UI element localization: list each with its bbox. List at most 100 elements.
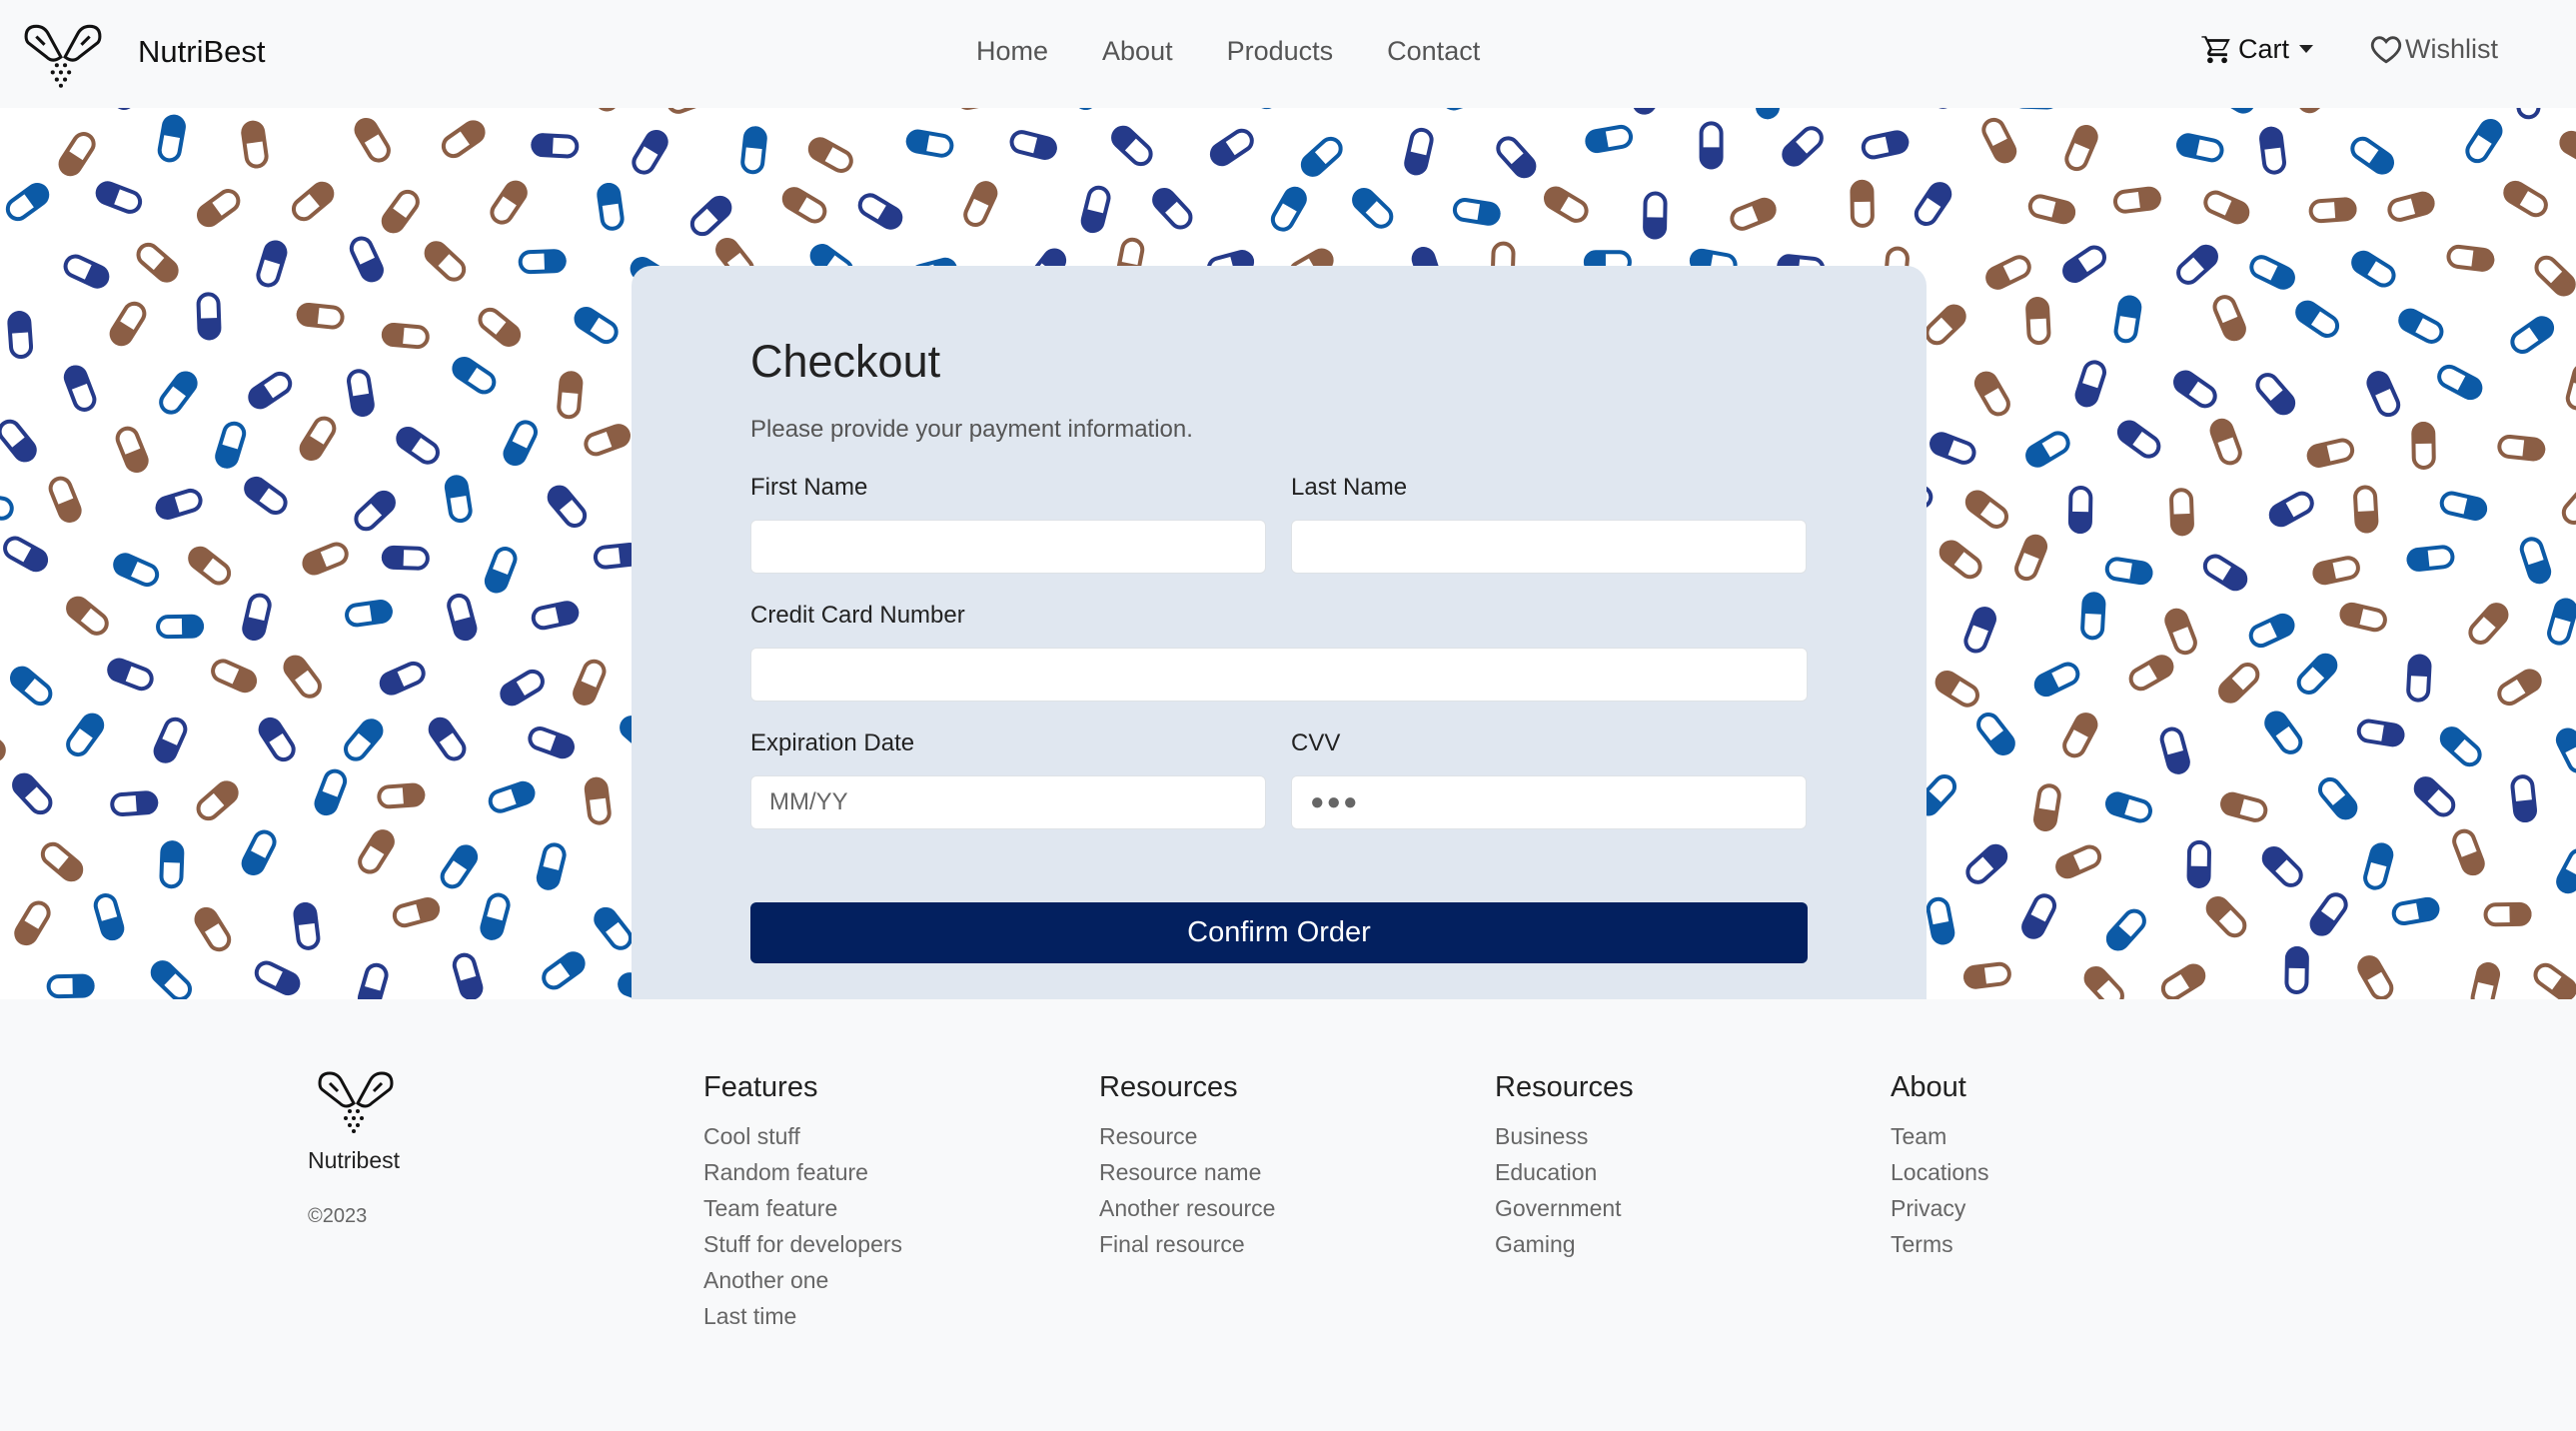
footer-link[interactable]: Privacy bbox=[1891, 1190, 1988, 1226]
capsule-icon bbox=[2437, 364, 2483, 401]
capsule-icon bbox=[518, 249, 567, 275]
capsule-icon bbox=[441, 120, 486, 159]
capsule-icon bbox=[1861, 130, 1910, 160]
capsule-icon bbox=[1934, 670, 1979, 708]
capsule-logo-icon bbox=[318, 1071, 394, 1133]
brand[interactable]: NutriBest bbox=[22, 22, 265, 88]
cart-dropdown[interactable]: Cart bbox=[2200, 32, 2313, 66]
capsule-icon bbox=[2159, 726, 2190, 774]
capsule-icon bbox=[2248, 613, 2295, 649]
capsule-icon bbox=[109, 301, 147, 347]
capsule-icon bbox=[2406, 654, 2432, 703]
footer-link[interactable]: Government bbox=[1495, 1190, 1634, 1226]
capsule-icon bbox=[381, 545, 430, 571]
first-name-label: First Name bbox=[750, 474, 868, 501]
capsule-icon bbox=[136, 242, 179, 283]
footer-link[interactable]: Another resource bbox=[1099, 1190, 1275, 1226]
wishlist-link[interactable]: Wishlist bbox=[2369, 32, 2498, 66]
footer-link[interactable]: Stuff for developers bbox=[703, 1226, 902, 1262]
footer-brand-name: Nutribest bbox=[308, 1147, 401, 1173]
capsule-icon bbox=[248, 371, 293, 410]
capsule-icon bbox=[2169, 488, 2194, 537]
nav-contact[interactable]: Contact bbox=[1387, 36, 1480, 67]
footer-link[interactable]: Last time bbox=[703, 1298, 902, 1334]
capsule-icon bbox=[1981, 117, 2017, 164]
footer-link[interactable]: Final resource bbox=[1099, 1226, 1275, 1262]
capsule-icon bbox=[2080, 592, 2106, 641]
capsule-icon bbox=[2261, 845, 2303, 887]
checkout-subtitle: Please provide your payment information. bbox=[750, 416, 1193, 443]
capsule-icon bbox=[354, 490, 396, 532]
cvv-field[interactable] bbox=[1291, 775, 1807, 829]
capsule-logo-icon bbox=[24, 24, 102, 88]
capsule-icon bbox=[1441, 108, 1489, 111]
footer-link[interactable]: Terms bbox=[1891, 1226, 1988, 1262]
capsule-icon bbox=[110, 790, 159, 816]
main-nav: Home About Products Contact bbox=[976, 36, 1534, 67]
nav-home[interactable]: Home bbox=[976, 36, 1048, 67]
capsule-icon bbox=[2497, 669, 2542, 707]
capsule-icon bbox=[2025, 297, 2051, 346]
capsule-icon bbox=[2176, 133, 2224, 163]
capsule-icon bbox=[1111, 125, 1153, 167]
checkout-title: Checkout bbox=[750, 336, 941, 387]
capsule-icon bbox=[2255, 373, 2296, 416]
capsule-icon bbox=[2164, 608, 2197, 656]
capsule-icon bbox=[1270, 186, 1307, 232]
footer-link[interactable]: Team feature bbox=[703, 1190, 902, 1226]
capsule-icon bbox=[2062, 713, 2098, 758]
capsule-icon bbox=[1938, 540, 1982, 580]
capsule-icon bbox=[2295, 300, 2340, 339]
capsule-icon bbox=[480, 892, 511, 940]
capsule-icon bbox=[241, 120, 269, 169]
footer-link[interactable]: Business bbox=[1495, 1118, 1634, 1154]
heart-icon bbox=[2370, 36, 2402, 64]
capsule-icon bbox=[66, 596, 109, 636]
footer-link[interactable]: Cool stuff bbox=[703, 1118, 902, 1154]
nav-actions: Cart Wishlist bbox=[2200, 32, 2498, 66]
capsule-icon bbox=[2513, 108, 2541, 120]
footer-link[interactable]: Education bbox=[1495, 1154, 1634, 1190]
footer-link[interactable]: Team bbox=[1891, 1118, 1988, 1154]
capsule-icon bbox=[63, 254, 110, 289]
capsule-icon bbox=[2309, 892, 2348, 936]
capsule-icon bbox=[2555, 727, 2576, 773]
nav-about[interactable]: About bbox=[1102, 36, 1173, 67]
capsule-icon bbox=[2391, 896, 2440, 926]
capsule-icon bbox=[95, 181, 143, 214]
capsule-icon bbox=[302, 542, 349, 576]
capsule-icon bbox=[2503, 180, 2548, 218]
footer-link[interactable]: Another one bbox=[703, 1262, 902, 1298]
capsule-icon bbox=[1782, 126, 1824, 167]
capsule-icon bbox=[0, 964, 1, 999]
capsule-icon bbox=[283, 655, 322, 699]
capsule-icon bbox=[488, 780, 536, 813]
card-number-field[interactable] bbox=[750, 648, 1808, 702]
expiration-field[interactable] bbox=[750, 775, 1266, 829]
capsule-icon bbox=[1244, 108, 1279, 110]
capsule-icon bbox=[2296, 653, 2338, 695]
first-name-field[interactable] bbox=[750, 520, 1266, 574]
cart-label: Cart bbox=[2237, 33, 2289, 64]
capsule-icon bbox=[2439, 491, 2488, 521]
footer-link[interactable]: Locations bbox=[1891, 1154, 1988, 1190]
capsule-icon bbox=[2353, 485, 2379, 534]
confirm-order-button[interactable]: Confirm Order bbox=[750, 902, 1808, 963]
footer-link[interactable]: Resource bbox=[1099, 1118, 1275, 1154]
footer-link[interactable]: Gaming bbox=[1495, 1226, 1634, 1262]
capsule-icon bbox=[444, 475, 473, 524]
capsule-icon bbox=[107, 658, 154, 692]
footer-link[interactable]: Random feature bbox=[703, 1154, 902, 1190]
footer-link[interactable]: Resource name bbox=[1099, 1154, 1275, 1190]
last-name-field[interactable] bbox=[1291, 520, 1807, 574]
footer-column-title: About bbox=[1891, 1071, 1966, 1103]
brand-name[interactable]: NutriBest bbox=[138, 34, 265, 70]
footer-column-title: Resources bbox=[1099, 1071, 1238, 1103]
capsule-icon bbox=[428, 716, 467, 761]
capsule-icon bbox=[583, 108, 620, 112]
nav-products[interactable]: Products bbox=[1227, 36, 1334, 67]
capsule-icon bbox=[115, 426, 149, 473]
capsule-icon bbox=[2160, 963, 2206, 999]
capsule-icon bbox=[2483, 901, 2532, 927]
navbar: NutriBest Home About Products Contact Ca… bbox=[0, 0, 2576, 108]
